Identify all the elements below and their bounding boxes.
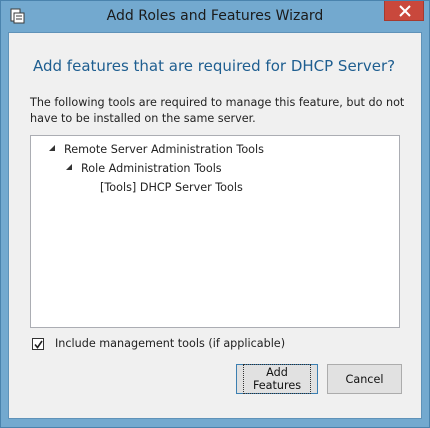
close-button[interactable] xyxy=(384,1,424,21)
dialog-body: Add features that are required for DHCP … xyxy=(8,32,422,419)
tree-item-label: Role Administration Tools xyxy=(81,162,222,175)
tree-item-label: Remote Server Administration Tools xyxy=(64,143,264,156)
cancel-button[interactable]: Cancel xyxy=(327,364,402,394)
dialog-heading: Add features that are required for DHCP … xyxy=(33,57,396,75)
window-title: Add Roles and Features Wizard xyxy=(106,8,324,24)
include-tools-checkbox[interactable] xyxy=(32,338,44,350)
tree-item-remote-server-admin-tools[interactable]: Remote Server Administration Tools xyxy=(49,143,264,156)
add-features-button[interactable]: Add Features xyxy=(236,364,318,394)
tree-item-dhcp-server-tools[interactable]: [Tools] DHCP Server Tools xyxy=(100,181,243,194)
include-tools-label: Include management tools (if applicable) xyxy=(55,337,286,350)
checkmark-icon xyxy=(34,340,43,349)
features-tree[interactable]: Remote Server Administration Tools Role … xyxy=(30,135,400,328)
dialog-description: The following tools are required to mana… xyxy=(30,96,405,125)
expanded-arrow-icon[interactable] xyxy=(65,163,73,171)
add-features-label: Add Features xyxy=(243,364,311,394)
title-bar[interactable]: Add Roles and Features Wizard xyxy=(1,1,429,32)
close-icon xyxy=(399,5,411,17)
tree-item-role-admin-tools[interactable]: Role Administration Tools xyxy=(66,162,222,175)
tree-item-label: [Tools] DHCP Server Tools xyxy=(100,181,243,194)
expanded-arrow-icon[interactable] xyxy=(48,144,56,152)
wizard-window: Add Roles and Features Wizard Add featur… xyxy=(0,0,430,428)
